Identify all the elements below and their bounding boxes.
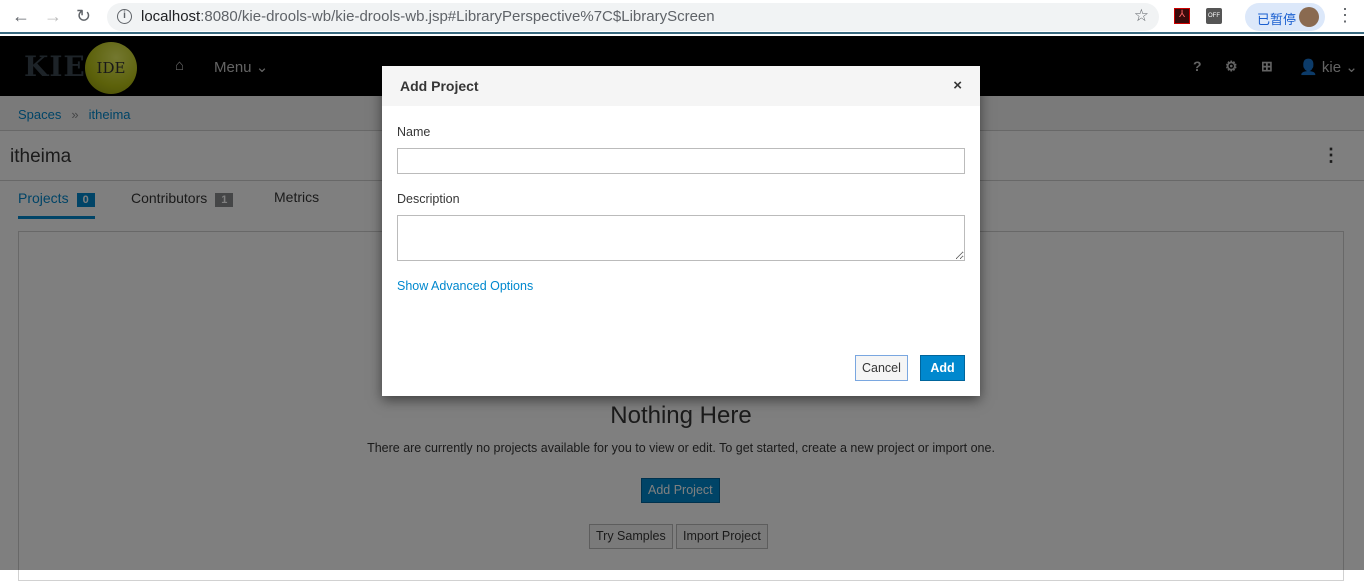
modal-title: Add Project xyxy=(400,78,479,94)
pdf-extension-icon[interactable]: ⅄ xyxy=(1174,8,1190,24)
reload-icon[interactable]: ↻ xyxy=(76,6,91,27)
url-text: localhost:8080/kie-drools-wb/kie-drools-… xyxy=(141,8,715,25)
browser-toolbar: ← → ↻ i localhost:8080/kie-drools-wb/kie… xyxy=(0,0,1364,34)
description-label: Description xyxy=(397,192,460,206)
description-textarea[interactable] xyxy=(397,215,965,261)
avatar xyxy=(1299,7,1319,27)
address-bar[interactable]: i localhost:8080/kie-drools-wb/kie-drool… xyxy=(107,3,1159,31)
name-input[interactable] xyxy=(397,148,965,174)
forward-icon[interactable]: → xyxy=(44,6,62,27)
back-icon[interactable]: ← xyxy=(12,6,30,27)
modal-header: Add Project × xyxy=(382,66,980,106)
off-extension-icon[interactable]: OFF xyxy=(1206,8,1222,24)
browser-menu-icon[interactable]: ⋮ xyxy=(1336,5,1354,26)
bookmark-star-icon[interactable]: ☆ xyxy=(1134,6,1149,26)
close-icon[interactable]: × xyxy=(953,77,962,94)
add-project-modal: Add Project × Name Description Show Adva… xyxy=(382,66,980,396)
info-icon[interactable]: i xyxy=(117,9,132,24)
paused-label: 已暂停 xyxy=(1257,12,1297,27)
profile-paused-button[interactable]: 已暂停 xyxy=(1245,3,1325,31)
name-label: Name xyxy=(397,125,431,139)
add-button[interactable]: Add xyxy=(920,355,965,381)
cancel-button[interactable]: Cancel xyxy=(855,355,908,381)
show-advanced-options-link[interactable]: Show Advanced Options xyxy=(397,279,533,293)
